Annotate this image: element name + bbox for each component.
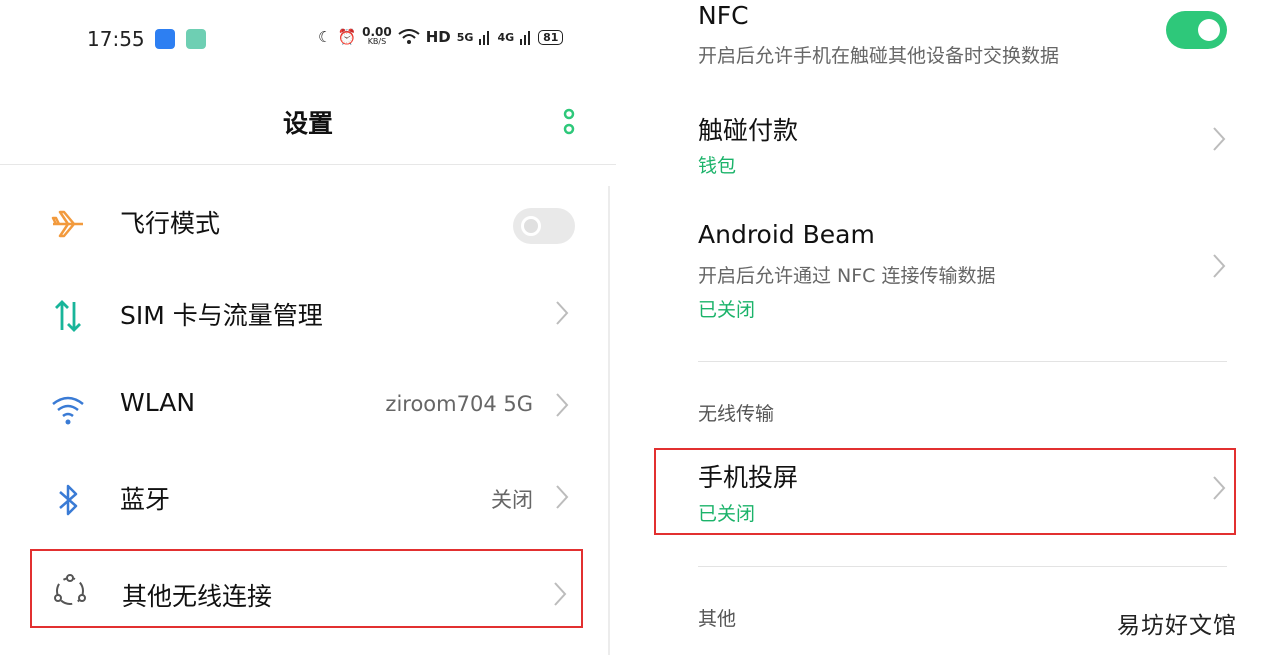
chevron-right-icon (554, 582, 567, 606)
signal-5g: 5G (456, 30, 474, 44)
other-wireless-row[interactable]: 其他无线连接 (30, 549, 583, 628)
sim-data-icon (55, 300, 81, 332)
signal-4g: 4G (497, 30, 515, 44)
notification-app-icon (155, 29, 175, 49)
wlan-row[interactable]: WLAN ziroom704 5G (30, 366, 583, 450)
hd-label: HD (425, 28, 451, 46)
signal-bars-icon (479, 31, 490, 45)
other-wireless-label: 其他无线连接 (122, 582, 273, 611)
wlan-network-value: ziroom704 5G (385, 392, 533, 416)
battery-indicator: 81 (538, 29, 564, 45)
tap-pay-value: 钱包 (698, 155, 737, 177)
tap-pay-title: 触碰付款 (698, 116, 799, 145)
screen-cast-title: 手机投屏 (698, 463, 799, 492)
section-divider (698, 566, 1227, 567)
android-beam-title: Android Beam (698, 220, 875, 249)
nfc-toggle[interactable] (1166, 11, 1227, 49)
status-indicators: ☾ ⏰ 0.00 KB/S HD 5G 4G 81 (318, 25, 564, 47)
moon-icon: ☾ (318, 28, 332, 46)
sim-data-label: SIM 卡与流量管理 (120, 301, 323, 330)
wifi-icon (52, 396, 84, 425)
chevron-right-icon (1213, 476, 1226, 500)
airplane-icon (51, 210, 83, 238)
nfc-title: NFC (698, 1, 749, 30)
wlan-label: WLAN (120, 388, 196, 417)
android-beam-description: 开启后允许通过 NFC 连接传输数据 (698, 265, 996, 287)
wireless-detail-pane (616, 0, 1267, 655)
chevron-right-icon (556, 301, 569, 325)
chevron-right-icon (1213, 127, 1226, 151)
bluetooth-label: 蓝牙 (120, 485, 171, 514)
alarm-icon: ⏰ (337, 28, 357, 46)
signal-bars-icon (520, 31, 531, 45)
watermark-text: 易坊好文馆 (1117, 613, 1237, 639)
wireless-connections-icon (54, 574, 86, 605)
sim-data-row[interactable]: SIM 卡与流量管理 (30, 274, 583, 358)
chevron-right-icon (1213, 254, 1226, 278)
pane-divider (608, 186, 610, 655)
chevron-right-icon (556, 393, 569, 417)
bluetooth-row[interactable]: 蓝牙 关闭 (30, 458, 583, 542)
bluetooth-icon (59, 484, 78, 516)
section-header-wireless: 无线传输 (698, 403, 775, 425)
airplane-mode-label: 飞行模式 (120, 209, 221, 238)
notification-app-icon (186, 29, 206, 49)
airplane-mode-row[interactable]: 飞行模式 (30, 182, 583, 266)
bluetooth-status-value: 关闭 (491, 488, 533, 512)
page-title: 设置 (282, 109, 333, 138)
screen-cast-status: 已关闭 (698, 503, 756, 525)
net-speed: 0.00 KB/S (362, 25, 392, 46)
airplane-mode-toggle[interactable] (513, 208, 575, 244)
nfc-description: 开启后允许手机在触碰其他设备时交换数据 (698, 45, 1060, 67)
wifi-status-icon (398, 29, 420, 44)
chevron-right-icon (556, 485, 569, 509)
android-beam-status: 已关闭 (698, 299, 756, 321)
header-divider (0, 164, 616, 165)
settings-pane: 17:55 ☾ ⏰ 0.00 KB/S HD 5G 4G 81 设置 飞行模式 (0, 0, 616, 655)
status-time: 17:55 (87, 27, 145, 51)
section-divider (698, 361, 1227, 362)
more-options-icon[interactable] (562, 108, 576, 138)
section-header-other: 其他 (698, 608, 737, 630)
